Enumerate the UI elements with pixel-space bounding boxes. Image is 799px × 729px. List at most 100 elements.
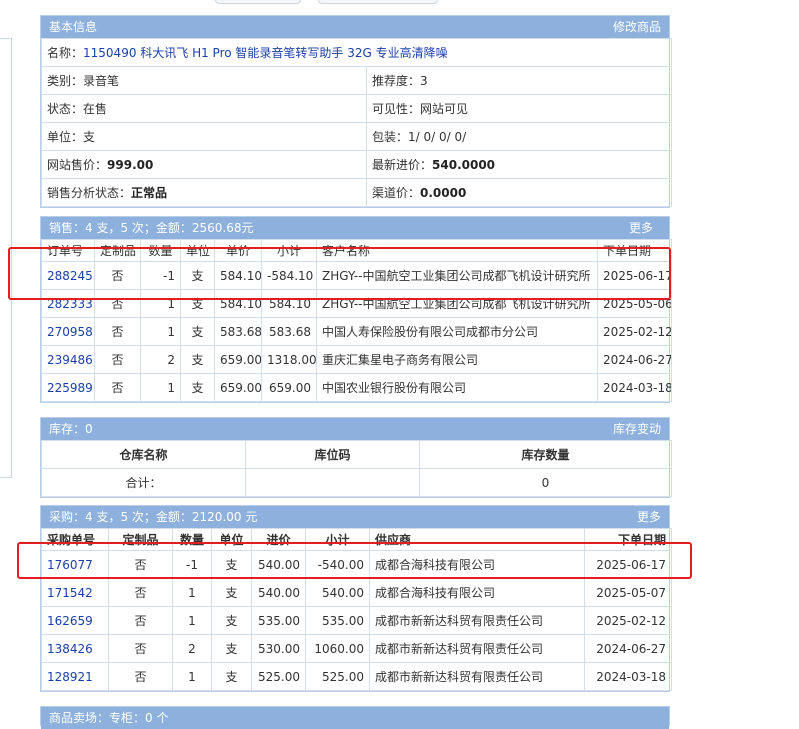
customer-cell: 中国人寿保险股份有限公司成都市分公司 — [316, 317, 598, 346]
unit-cell: 支 — [211, 550, 252, 579]
edit-product-link[interactable]: 修改商品 — [613, 16, 661, 38]
unit-cell: 支 — [211, 578, 252, 607]
col-qty: 数量 — [140, 239, 181, 262]
purchase-summary: 采购：4 支，5 次；金额：2120.00 元 — [49, 510, 258, 524]
basic-info-panel: 基本信息 修改商品 名称：1150490 科大讯飞 H1 Pro 智能录音笔转写… — [40, 15, 672, 208]
sales-more-link[interactable]: 更多 — [629, 217, 653, 239]
stock-total-row: 合计： 0 — [41, 468, 672, 497]
col-qty: 数量 — [172, 528, 212, 551]
unit-cell: 支 — [180, 345, 215, 374]
custom-cell: 否 — [94, 261, 141, 290]
latest-cost-label: 最新进价： — [372, 158, 433, 172]
sales-analysis-value: 正常品 — [131, 186, 168, 200]
po-link[interactable]: 171542 — [47, 586, 93, 600]
left-sidebar-edge — [0, 38, 12, 478]
qty-cell: 1 — [140, 373, 181, 402]
date-cell: 2025-05-07 — [584, 578, 672, 607]
order-link[interactable]: 239486 — [47, 353, 93, 367]
sales-panel: 销售：4 支，5 次；金额：2560.68元 更多 订单号 定制品 数量 单位 … — [40, 216, 672, 403]
date-cell: 2025-02-12 — [597, 317, 672, 346]
subtotal-cell: 1060.00 — [305, 634, 370, 663]
mall-header: 商品卖场：专柜：0 个 — [41, 707, 669, 729]
name-row: 名称：1150490 科大讯飞 H1 Pro 智能录音笔转写助手 32G 专业高… — [41, 38, 672, 67]
unit-cell: 支 — [180, 373, 215, 402]
visibility-value: 网站可见 — [420, 102, 469, 116]
purchase-header-row: 采购单号 定制品 数量 单位 进价 小计 供应商 下单日期 — [41, 528, 672, 551]
table-row: 128921 否 1 支 525.00 525.00 成都市新新达科贸有限责任公… — [41, 662, 672, 691]
col-unit: 单位 — [180, 239, 215, 262]
status-value: 在售 — [83, 102, 108, 116]
custom-cell: 否 — [108, 662, 173, 691]
col-date: 下单日期 — [584, 528, 672, 551]
customer-cell: ZHGY--中国航空工业集团公司成都飞机设计研究所 — [316, 289, 598, 318]
site-price-value: 999.00 — [107, 158, 154, 172]
toolbar-tab-fragment[interactable] — [318, 0, 438, 4]
table-row: 239486 否 2 支 659.00 1318.00 重庆汇集星电子商务有限公… — [41, 345, 672, 374]
basic-info-table: 名称：1150490 科大讯飞 H1 Pro 智能录音笔转写助手 32G 专业高… — [41, 38, 672, 207]
po-link[interactable]: 176077 — [47, 558, 93, 572]
date-cell: 2024-03-18 — [584, 662, 672, 691]
package-value: 1/ 0/ 0/ 0/ — [408, 130, 467, 144]
sales-header-row: 订单号 定制品 数量 单位 单价 小计 客户名称 下单日期 — [41, 239, 672, 262]
name-label: 名称： — [47, 46, 84, 60]
visibility-label: 可见性： — [372, 102, 421, 116]
col-unit: 单位 — [211, 528, 252, 551]
qty-cell: 1 — [172, 606, 212, 635]
date-cell: 2025-06-17 — [584, 550, 672, 579]
order-link[interactable]: 225989 — [47, 381, 93, 395]
qty-cell: 1 — [172, 578, 212, 607]
col-stock-qty: 库存数量 — [419, 440, 672, 469]
custom-cell: 否 — [94, 345, 141, 374]
qty-cell: 2 — [140, 345, 181, 374]
custom-cell: 否 — [108, 550, 173, 579]
qty-cell: 2 — [172, 634, 212, 663]
info-row: 销售分析状态：正常品 渠道价：0.0000 — [41, 178, 672, 207]
po-link[interactable]: 128921 — [47, 670, 93, 684]
basic-info-title: 基本信息 — [49, 20, 98, 34]
table-row: 162659 否 1 支 535.00 535.00 成都市新新达科贸有限责任公… — [41, 606, 672, 635]
price-cell: 583.68 — [214, 317, 262, 346]
order-link[interactable]: 270958 — [47, 325, 93, 339]
supplier-cell: 成都市新新达科贸有限责任公司 — [369, 662, 585, 691]
col-location: 库位码 — [245, 440, 420, 469]
cost-cell: 525.00 — [251, 662, 306, 691]
col-subtotal: 小计 — [305, 528, 370, 551]
unit-cell: 支 — [211, 662, 252, 691]
subtotal-cell: -540.00 — [305, 550, 370, 579]
unit-cell: 支 — [180, 289, 215, 318]
mall-summary: 商品卖场：专柜：0 个 — [49, 711, 169, 725]
purchase-more-link[interactable]: 更多 — [637, 506, 661, 528]
latest-cost-value: 540.0000 — [432, 158, 496, 172]
customer-cell: 中国农业银行股份有限公司 — [316, 373, 598, 402]
col-cost: 进价 — [251, 528, 306, 551]
custom-cell: 否 — [108, 634, 173, 663]
total-qty: 0 — [419, 468, 672, 497]
stock-table: 仓库名称 库位码 库存数量 合计： 0 — [41, 440, 672, 497]
custom-cell: 否 — [94, 317, 141, 346]
col-customer: 客户名称 — [316, 239, 598, 262]
info-row: 状态：在售 可见性：网站可见 — [41, 94, 672, 123]
toolbar-tab-fragment[interactable] — [215, 0, 301, 4]
site-price-label: 网站售价： — [47, 158, 108, 172]
table-row: 138426 否 2 支 530.00 1060.00 成都市新新达科贸有限责任… — [41, 634, 672, 663]
cost-cell: 540.00 — [251, 578, 306, 607]
order-link[interactable]: 288245 — [47, 269, 93, 283]
cost-cell: 540.00 — [251, 550, 306, 579]
info-row: 网站售价：999.00 最新进价：540.0000 — [41, 150, 672, 179]
po-link[interactable]: 162659 — [47, 614, 93, 628]
order-link[interactable]: 282333 — [47, 297, 93, 311]
basic-info-header: 基本信息 修改商品 — [41, 16, 669, 38]
status-label: 状态： — [47, 102, 84, 116]
custom-cell: 否 — [94, 373, 141, 402]
col-custom: 定制品 — [108, 528, 173, 551]
purchase-panel: 采购：4 支，5 次；金额：2120.00 元 更多 采购单号 定制品 数量 单… — [40, 505, 672, 692]
po-link[interactable]: 138426 — [47, 642, 93, 656]
unit-label: 单位： — [47, 130, 84, 144]
stock-change-link[interactable]: 库存变动 — [613, 418, 661, 440]
date-cell: 2024-03-18 — [597, 373, 672, 402]
customer-cell: 重庆汇集星电子商务有限公司 — [316, 345, 598, 374]
info-row: 单位：支 包装：1/ 0/ 0/ 0/ — [41, 122, 672, 151]
table-row: 225989 否 1 支 659.00 659.00 中国农业银行股份有限公司 … — [41, 373, 672, 402]
subtotal-cell: -584.10 — [261, 261, 317, 290]
custom-cell: 否 — [94, 289, 141, 318]
